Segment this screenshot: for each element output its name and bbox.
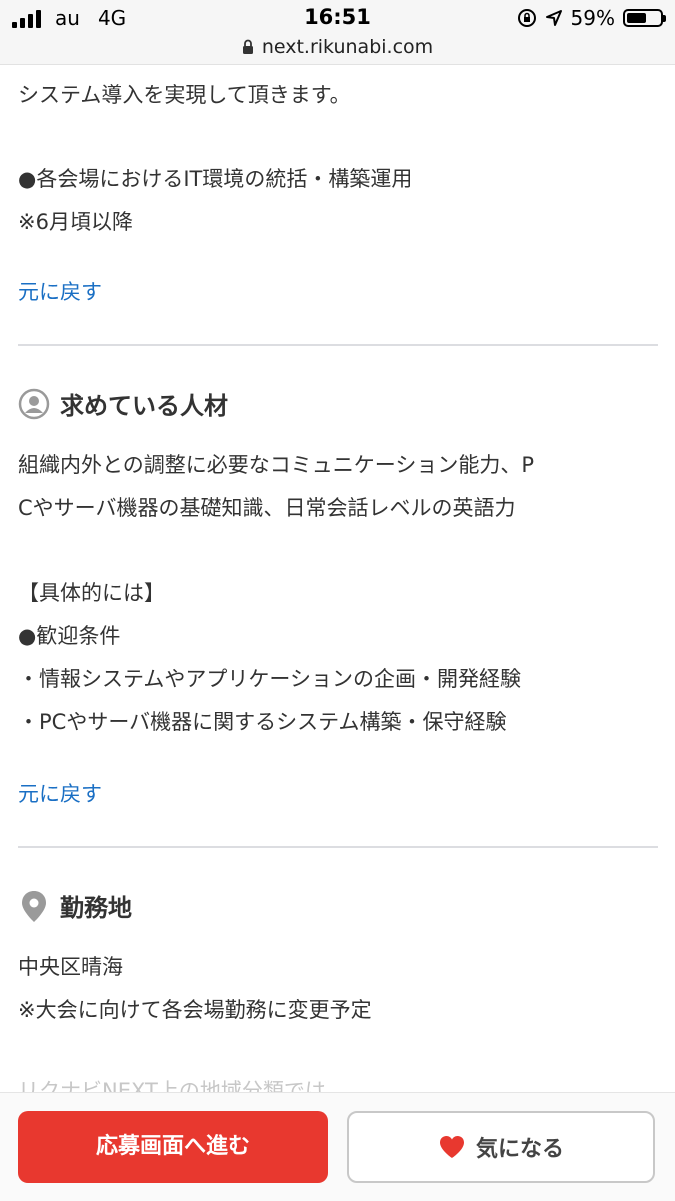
status-right: 59% [517,6,666,30]
bottom-action-bar: 応募画面へ進む 気になる [0,1092,675,1201]
job-note: ※6月頃以降 [18,210,133,234]
job-bullet: ●各会場におけるIT環境の統括・構築運用 [18,167,413,191]
location-arrow-icon [545,10,562,26]
location-place: 中央区晴海 [18,955,123,979]
location-partial-text: リクナビNEXT上の地域分類では [18,1079,326,1093]
section-divider [18,344,658,346]
job-text-line: システム導入を実現して頂きます。 [18,83,351,107]
section-divider [18,846,658,848]
apply-button[interactable]: 応募画面へ進む [18,1111,328,1183]
favorite-label: 気になる [475,1137,564,1162]
talent-item-2: ・PCやサーバ機器に関するシステム構築・保守経験 [18,710,507,734]
location-section-header: 勤務地 [18,888,132,923]
url-bar[interactable]: next.rikunabi.com [0,36,675,58]
battery-percent: 59% [570,6,615,30]
orientation-lock-icon [517,9,536,27]
location-pin-icon [22,890,46,922]
collapse-link-job[interactable]: 元に戻す [18,276,102,306]
talent-section-title: 求めている人材 [60,392,228,420]
person-icon [18,388,50,419]
collapse-link-talent[interactable]: 元に戻す [18,778,102,808]
heart-icon [439,1136,464,1158]
location-note: ※大会に向けて各会場勤務に変更予定 [18,998,372,1022]
url-text: next.rikunabi.com [261,36,434,58]
status-bar: au 4G 16:51 59% next.rikunabi.com [0,0,675,65]
talent-desc-line-2: Cやサーバ機器の基礎知識、日常会話レベルの英語力 [18,496,516,520]
talent-desc-line-1: 組織内外との調整に必要なコミュニケーション能力、P [18,453,535,477]
lock-icon [242,39,253,54]
location-section-title: 勤務地 [60,894,132,922]
job-bullet-block: ●各会場におけるIT環境の統括・構築運用 ※6月頃以降 [18,158,658,244]
location-details: 中央区晴海 ※大会に向けて各会場勤務に変更予定 [18,946,658,1032]
battery-fill [627,13,646,23]
talent-section-header: 求めている人材 [18,386,228,421]
talent-specific-heading: 【具体的には】 [18,581,165,605]
battery-icon [623,9,666,27]
favorite-button[interactable]: 気になる [347,1111,655,1183]
talent-item-1: ・情報システムやアプリケーションの企画・開発経験 [18,667,521,691]
talent-specific-block: 【具体的には】 ●歓迎条件 ・情報システムやアプリケーションの企画・開発経験 ・… [18,572,658,744]
job-description-tail: システム導入を実現して頂きます。 [18,74,658,117]
talent-welcome-heading: ●歓迎条件 [18,624,121,648]
talent-description: 組織内外との調整に必要なコミュニケーション能力、P Cやサーバ機器の基礎知識、日… [18,444,658,530]
